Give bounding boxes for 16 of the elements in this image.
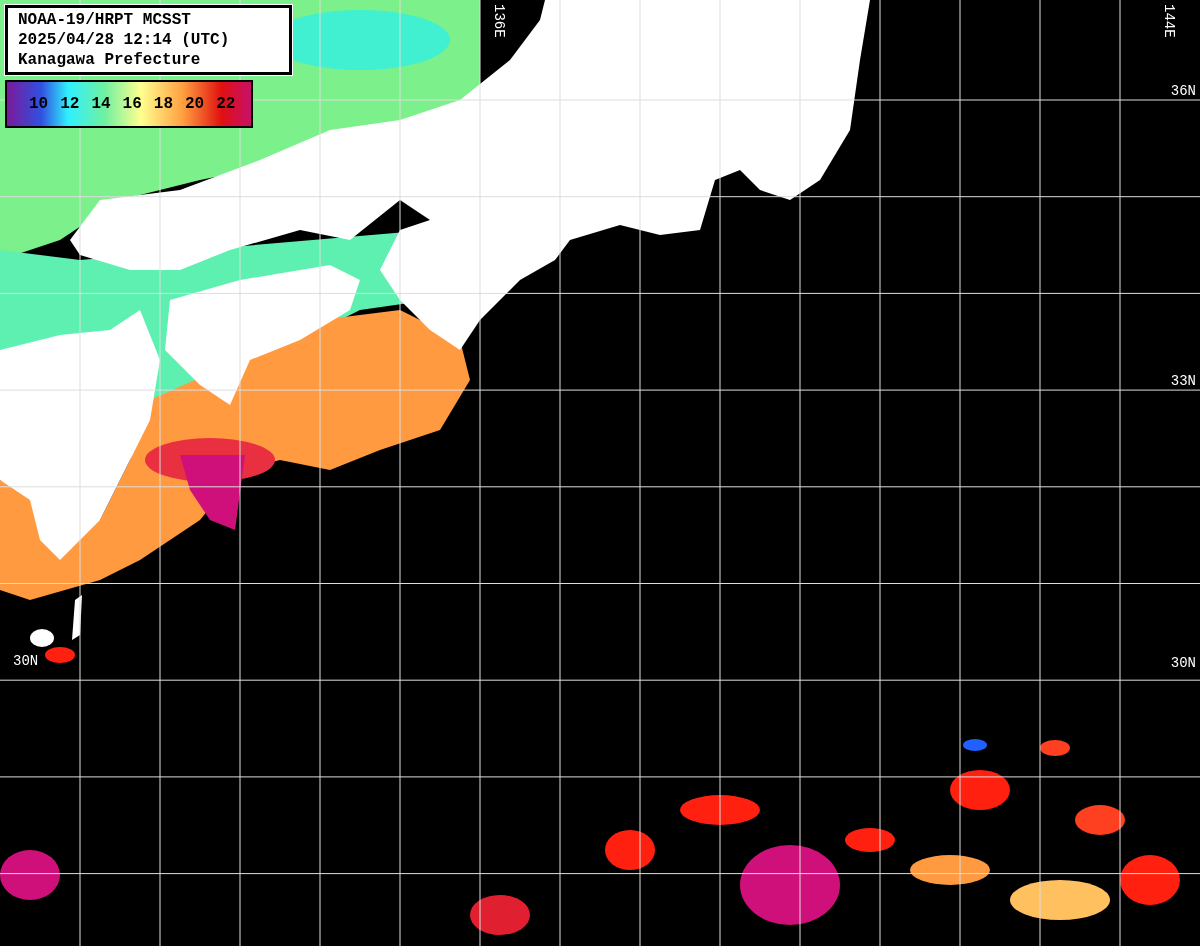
- longitude-label: 136E: [491, 4, 507, 38]
- latitude-label: 30N: [1170, 655, 1196, 671]
- latitude-label: 33N: [1170, 373, 1196, 389]
- scale-label: 16: [122, 95, 142, 113]
- scale-label: 12: [60, 95, 80, 113]
- title-line: NOAA-19/HRPT MCSST: [18, 10, 192, 30]
- latitude-label: 30N: [13, 653, 39, 669]
- title-line: Kanagawa Prefecture: [18, 50, 202, 70]
- scale-label: 14: [91, 95, 111, 113]
- scale-label: 10: [29, 95, 49, 113]
- latitude-label: 36N: [1170, 83, 1196, 99]
- longitude-label: 144E: [1161, 4, 1177, 38]
- scale-label: 22: [216, 95, 236, 113]
- scale-label: 18: [153, 95, 173, 113]
- scale-label: 20: [185, 95, 205, 113]
- title-line: 2025/04/28 12:14 (UTC): [18, 30, 231, 50]
